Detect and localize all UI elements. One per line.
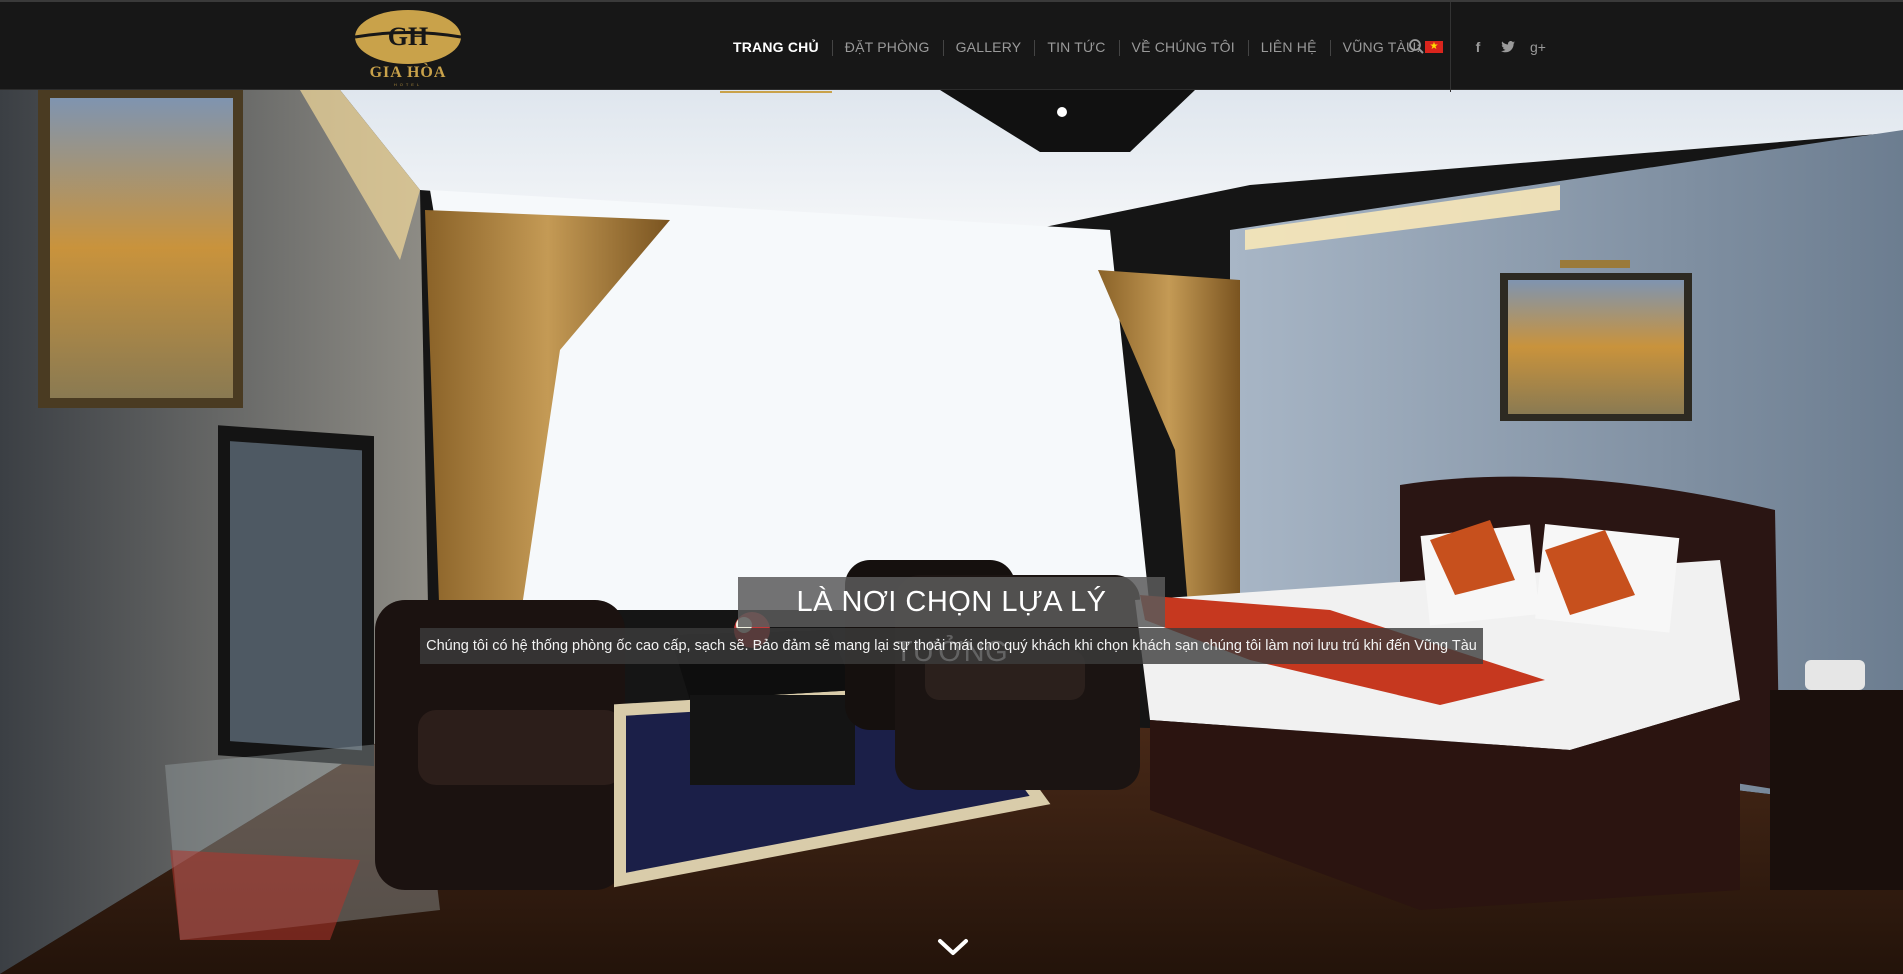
logo-name: GIA HÒA: [369, 64, 447, 81]
googleplus-icon: g+: [1530, 39, 1546, 55]
hero-background-image: [0, 90, 1903, 974]
nav-item-home[interactable]: TRANG CHỦ: [720, 2, 832, 93]
hotel-logo[interactable]: GH GIA HÒA HOTEL: [352, 8, 464, 87]
hero-slider: LÀ NƠI CHỌN LỰA LÝ TƯỞNG Chúng tôi có hệ…: [0, 90, 1903, 974]
svg-text:GH: GH: [388, 22, 428, 51]
nav-item-contact[interactable]: LIÊN HỆ: [1247, 2, 1330, 92]
twitter-link[interactable]: [1497, 35, 1519, 59]
search-button[interactable]: [1405, 35, 1429, 59]
nav-item-news[interactable]: TIN TỨC: [1034, 2, 1118, 92]
facebook-icon: f: [1475, 39, 1481, 55]
hero-subtitle: Chúng tôi có hệ thống phòng ốc cao cấp, …: [420, 628, 1483, 664]
twitter-icon: [1501, 41, 1515, 53]
facebook-link[interactable]: f: [1467, 35, 1489, 59]
logo-subtitle: HOTEL: [393, 82, 423, 87]
hero-title: LÀ NƠI CHỌN LỰA LÝ TƯỞNG: [738, 577, 1165, 668]
header-divider: [1450, 2, 1451, 92]
main-nav: TRANG CHỦ ĐẶT PHÒNG GALLERY TIN TỨC VỀ C…: [720, 2, 1457, 93]
googleplus-link[interactable]: g+: [1527, 35, 1549, 59]
scroll-down-button[interactable]: [936, 935, 970, 959]
social-links: f g+: [1467, 35, 1549, 59]
nav-item-gallery[interactable]: GALLERY: [942, 2, 1035, 92]
chevron-down-icon: [938, 939, 968, 955]
nav-item-booking[interactable]: ĐẶT PHÒNG: [831, 2, 943, 92]
nav-item-about[interactable]: VỀ CHÚNG TÔI: [1118, 2, 1248, 92]
nav-item-vungtau[interactable]: VŨNG TÀU: ★: [1329, 2, 1457, 92]
search-icon: [1409, 39, 1424, 54]
site-header: GH GIA HÒA HOTEL TRANG CHỦ ĐẶT PHÒNG GAL…: [0, 0, 1903, 93]
logo-emblem: GH: [354, 10, 462, 64]
